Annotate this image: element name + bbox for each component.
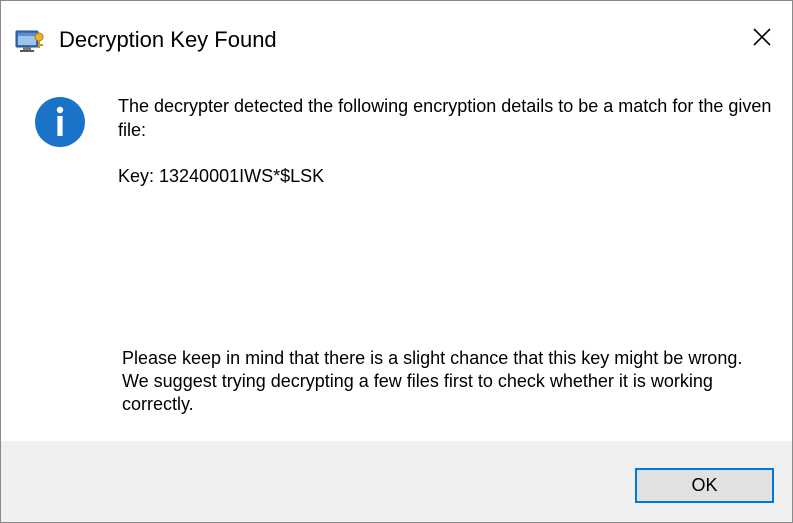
close-button[interactable] <box>732 15 792 63</box>
close-icon <box>752 27 772 52</box>
dialog-footer: OK <box>1 441 792 522</box>
decryption-key-text: Key: 13240001IWS*$LSK <box>118 166 325 186</box>
dialog-window: Decryption Key Found The decrypter detec… <box>0 0 793 523</box>
ok-button[interactable]: OK <box>635 468 774 503</box>
dialog-title: Decryption Key Found <box>59 27 277 52</box>
dialog-message: The decrypter detected the following enc… <box>118 96 772 140</box>
app-window-icon <box>15 29 45 53</box>
title-bar: Decryption Key Found <box>1 1 792 73</box>
info-icon <box>34 96 86 148</box>
warning-note: Please keep in mind that there is a slig… <box>122 348 743 414</box>
